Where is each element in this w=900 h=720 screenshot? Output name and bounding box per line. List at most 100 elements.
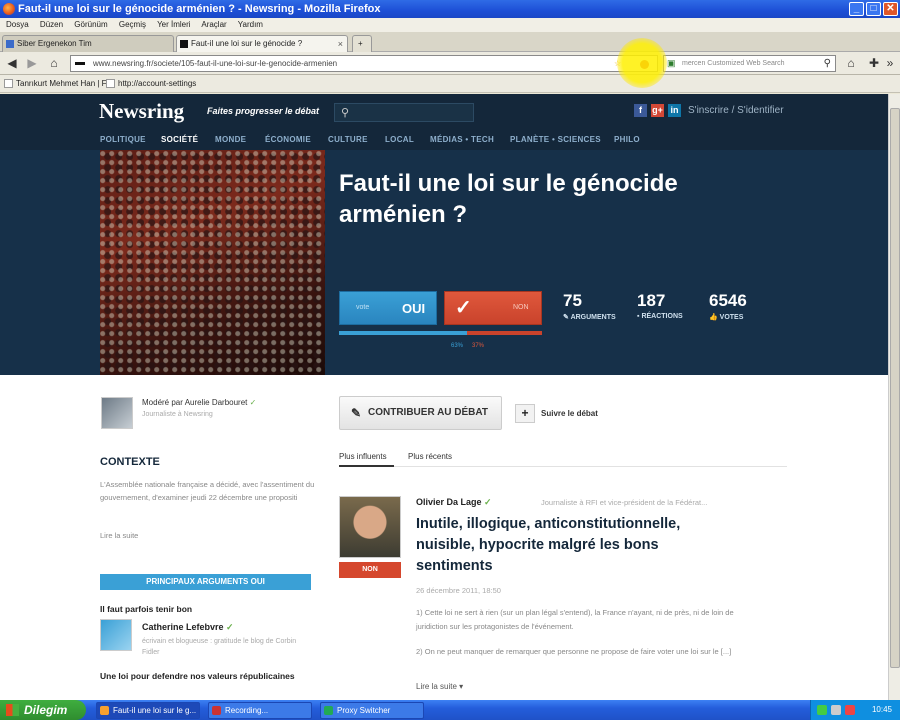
new-tab-button[interactable]: +: [352, 35, 372, 52]
task-proxy-switcher[interactable]: Proxy Switcher: [320, 702, 424, 719]
nav-planete-sciences[interactable]: PLANÈTE • SCIENCES: [510, 135, 601, 144]
cursor-highlight: [617, 38, 667, 88]
clock[interactable]: 10:45: [872, 700, 892, 720]
menu-yardim[interactable]: Yardım: [238, 20, 263, 29]
back-icon[interactable]: ◀: [4, 56, 20, 71]
facebook-icon[interactable]: f: [634, 104, 647, 117]
menu-dosya[interactable]: Dosya: [6, 20, 29, 29]
nav-philo[interactable]: PHILO: [614, 135, 640, 144]
page-scrollbar[interactable]: [888, 94, 900, 700]
window-title-bar[interactable]: Faut-il une loi sur le génocide arménien…: [0, 0, 900, 18]
stat-votes[interactable]: 6546 👍 VOTES: [709, 291, 747, 321]
home-site-icon[interactable]: ⌂: [46, 56, 62, 71]
close-button[interactable]: ✕: [883, 2, 898, 16]
home-icon[interactable]: ⌂: [843, 56, 859, 71]
moderator-name[interactable]: Modéré par Aurelie Darbouret ✓: [142, 398, 256, 407]
nav-medias-tech[interactable]: MÉDIAS • TECH: [430, 135, 494, 144]
sort-influents-tab[interactable]: Plus influents: [339, 452, 387, 461]
menu-araclar[interactable]: Araçlar: [201, 20, 226, 29]
minimize-button[interactable]: _: [849, 2, 864, 16]
close-tab-icon[interactable]: ×: [338, 36, 343, 52]
post-read-more-link[interactable]: Lire la suite ▾: [416, 682, 463, 691]
start-label: Dilegim: [24, 703, 68, 717]
tab-favicon: [6, 40, 14, 48]
debate-title: Faut-il une loi sur le génocide arménien…: [339, 170, 678, 228]
argument-title[interactable]: Il faut parfois tenir bon: [100, 604, 192, 614]
check-icon: ✓: [455, 297, 472, 319]
bookmark-account-settings[interactable]: http://account-settings: [118, 75, 196, 93]
site-tagline: Faites progresser le débat: [207, 106, 320, 116]
task-recording[interactable]: Recording...: [208, 702, 312, 719]
menu-chevron-icon[interactable]: »: [882, 56, 898, 71]
verified-icon: ✓: [226, 622, 234, 632]
maximize-button[interactable]: □: [866, 2, 881, 16]
tray-volume-icon[interactable]: [831, 705, 841, 715]
search-placeholder: mercen Customized Web Search: [682, 60, 785, 67]
nav-culture[interactable]: CULTURE: [328, 135, 368, 144]
stat-reactions[interactable]: 187 ▪ RÉACTIONS: [637, 291, 683, 320]
linkedin-icon[interactable]: in: [668, 104, 681, 117]
start-button[interactable]: Dilegim: [0, 700, 86, 720]
thumbs-icon: 👍: [709, 314, 720, 321]
menu-duzen[interactable]: Düzen: [40, 20, 63, 29]
follow-plus-icon[interactable]: +: [515, 404, 535, 423]
taskbar: Dilegim Faut-il une loi sur le g... Reco…: [0, 700, 900, 720]
pen-icon: ✎: [563, 314, 571, 321]
tray-network-icon[interactable]: [817, 705, 827, 715]
scrollbar-thumb[interactable]: [890, 108, 900, 668]
nav-societe[interactable]: SOCIÉTÉ: [161, 135, 198, 144]
task-firefox[interactable]: Faut-il une loi sur le g...: [96, 702, 200, 719]
search-icon[interactable]: ⚲: [824, 56, 831, 71]
login-link[interactable]: S'inscrire / S'identifier: [688, 105, 784, 116]
argument-author[interactable]: Catherine Lefebvre ✓: [142, 622, 234, 633]
tray-antivirus-icon[interactable]: [845, 705, 855, 715]
nav-monde[interactable]: MONDE: [215, 135, 246, 144]
tab-siber[interactable]: Siber Ergenekon Tim: [2, 35, 174, 52]
post-author-role: Journaliste à RFI et vice-président de l…: [541, 498, 708, 507]
vote-non-button[interactable]: ✓ NON: [444, 291, 542, 325]
addon-icon[interactable]: ✚: [866, 56, 882, 71]
vote-oui-label: OUI: [402, 301, 426, 316]
menu-gorunum[interactable]: Görünüm: [74, 20, 107, 29]
arguments-oui-header[interactable]: PRINCIPAUX ARGUMENTS OUI: [100, 574, 311, 590]
contexte-read-more-link[interactable]: Lire la suite: [100, 531, 138, 540]
site-search-input[interactable]: ⚲: [334, 103, 474, 122]
post-date: 26 décembre 2011, 18:50: [416, 586, 501, 595]
post-title[interactable]: Inutile, illogique, anticonstitutionnell…: [416, 514, 736, 577]
url-bar[interactable]: www.newsring.fr/societe/105-faut-il-une-…: [70, 55, 658, 72]
tab-newsring[interactable]: Faut-il une loi sur le génocide ? ×: [176, 35, 348, 52]
task-label: Faut-il une loi sur le g...: [113, 706, 197, 715]
bookmark-tanrikurt[interactable]: Tanrıkurt Mehmet Han | F...: [16, 75, 112, 93]
vote-oui-button[interactable]: vote OUI: [339, 291, 437, 325]
moderator-avatar[interactable]: [101, 397, 133, 429]
stat-arguments[interactable]: 75 ✎ ARGUMENTS: [563, 291, 616, 321]
contribute-button[interactable]: ✎ CONTRIBUER AU DÉBAT: [339, 396, 502, 430]
contribute-label: CONTRIBUER AU DÉBAT: [368, 407, 488, 418]
argument-author-avatar[interactable]: [100, 619, 132, 651]
post-author[interactable]: Olivier Da Lage ✓: [416, 497, 492, 508]
contexte-heading: CONTEXTE: [100, 456, 160, 468]
menu-gecmis[interactable]: Geçmiş: [119, 20, 146, 29]
verified-icon: ✓: [249, 398, 257, 407]
stat-number: 6546: [709, 291, 747, 310]
post-author-avatar[interactable]: [339, 496, 401, 558]
navigation-bar: ◀ ▶ ⌂ www.newsring.fr/societe/105-faut-i…: [0, 52, 900, 75]
menu-yer-imleri[interactable]: Yer İmleri: [157, 20, 191, 29]
search-bar[interactable]: ▣ mercen Customized Web Search ⚲: [663, 55, 836, 72]
forward-icon[interactable]: ▶: [24, 56, 40, 71]
nav-economie[interactable]: ÉCONOMIE: [265, 135, 311, 144]
sort-recents-tab[interactable]: Plus récents: [408, 452, 452, 461]
window-title: Faut-il une loi sur le génocide arménien…: [18, 3, 381, 15]
site-nav: POLITIQUE SOCIÉTÉ MONDE ÉCONOMIE CULTURE…: [0, 130, 888, 150]
argument-title[interactable]: Une loi pour defendre nos valeurs républ…: [100, 670, 315, 683]
site-logo[interactable]: Newsring: [99, 99, 184, 124]
nav-local[interactable]: LOCAL: [385, 135, 414, 144]
post-author-name: Olivier Da Lage: [416, 497, 482, 507]
follow-debate-link[interactable]: Suivre le débat: [541, 409, 598, 418]
pct-oui: 63%: [451, 343, 464, 349]
google-plus-icon[interactable]: g+: [651, 104, 664, 117]
post-paragraph: 1) Cette loi ne sert à rien (sur un plan…: [416, 608, 734, 631]
position-badge: NON: [339, 562, 401, 578]
nav-politique[interactable]: POLITIQUE: [100, 135, 146, 144]
search-engine-icon[interactable]: ▣: [667, 56, 676, 71]
